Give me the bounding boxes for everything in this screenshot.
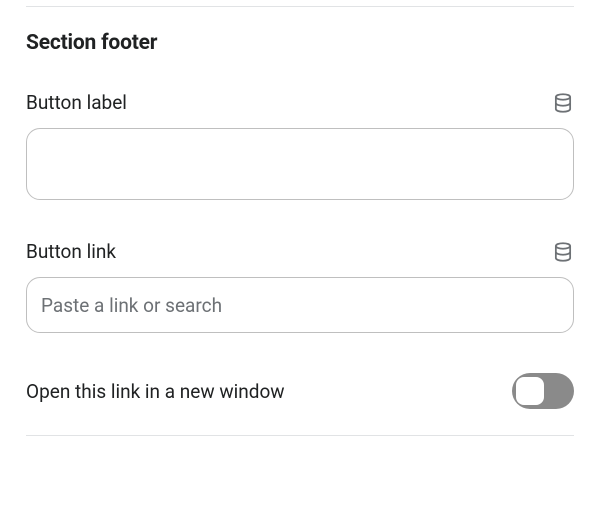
button-link-input[interactable] [26, 277, 574, 333]
button-label-input[interactable] [26, 128, 574, 200]
database-icon[interactable] [552, 92, 574, 114]
open-new-window-label: Open this link in a new window [26, 380, 285, 403]
toggle-knob [516, 377, 544, 405]
section-footer-heading: Section footer [26, 31, 574, 55]
open-new-window-toggle[interactable] [512, 373, 574, 409]
button-link-label: Button link [26, 240, 116, 263]
top-divider [26, 6, 574, 7]
button-label-label: Button label [26, 91, 127, 114]
open-new-window-row: Open this link in a new window [26, 373, 574, 409]
button-label-block: Button label [26, 91, 574, 200]
bottom-divider [26, 435, 574, 436]
database-icon[interactable] [552, 241, 574, 263]
button-link-block: Button link [26, 240, 574, 333]
